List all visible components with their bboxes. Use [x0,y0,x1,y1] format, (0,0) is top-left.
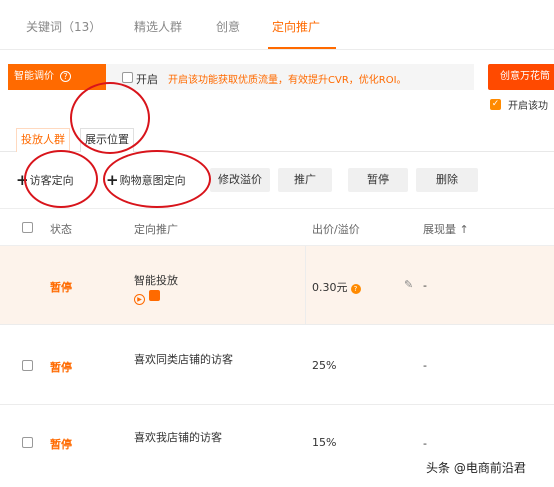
row-checkbox[interactable] [22,437,33,448]
smart-bid-checkbox[interactable] [122,72,133,83]
row-bid: 25% [312,359,337,372]
annotation-circle-purchase-intent [103,150,211,208]
smart-bid-toggle-label: 开启 [136,73,158,86]
row-targeting-name: 智能投放 [134,274,178,287]
creative-kaleidoscope-button[interactable]: 创意万花筒 [488,64,554,90]
info-icon[interactable]: ? [60,71,71,82]
creative-toggle-checkbox[interactable]: ✓ [490,99,501,110]
play-icon: ▶ [134,294,145,305]
table-row: 暂停 喜欢同类店铺的访客 25% - [0,325,554,405]
row-targeting-name: 喜欢我店铺的访客 [134,431,222,444]
row-exposure: - [423,437,427,450]
header-targeting: 定向推广 [134,223,178,236]
pause-button[interactable]: 暂停 [348,168,408,192]
tab-selected-crowd[interactable]: 精选人群 [134,18,182,35]
tab-keywords[interactable]: 关键词（13） [26,18,101,35]
row-status[interactable]: 暂停 [50,279,72,295]
table-header: 状态 定向推广 出价/溢价 展现量 ↑ [0,208,554,246]
promote-button[interactable]: 推广 [278,168,332,192]
help-icon[interactable]: ? [350,284,361,294]
row-checkbox[interactable] [22,360,33,371]
row-badges: ▶ [134,290,164,305]
column-divider [305,246,306,324]
smart-bid-description: 开启该功能获取优质流量，有效提升CVR，优化ROI。 [168,75,407,86]
header-bid: 出价/溢价 [312,223,360,236]
creative-toggle-label: 开启该功 [508,101,548,112]
subtab-crowd[interactable]: 投放人群 [16,128,70,152]
row-targeting-name: 喜欢同类店铺的访客 [134,353,233,366]
smart-bid-bar: 智能调价? 开启 开启该功能获取优质流量，有效提升CVR，优化ROI。 [8,64,474,90]
row-exposure: - [423,359,427,372]
header-exposure[interactable]: 展现量 ↑ [423,221,469,237]
row-bid: 0.30元? [312,279,361,295]
tab-creative[interactable]: 创意 [216,18,240,35]
row-status[interactable]: 暂停 [50,359,72,375]
row-bid-value: 0.30元 [312,281,348,294]
delete-button[interactable]: 删除 [416,168,478,192]
tab-targeting[interactable]: 定向推广 [272,18,320,35]
active-tab-indicator [268,47,336,49]
main-tabs: 关键词（13） 精选人群 创意 定向推广 [0,0,554,50]
annotation-circle-placement [70,82,150,154]
smart-bid-label: 智能调价 [14,71,54,82]
row-exposure: - [423,279,427,292]
annotation-circle-visitor [24,150,98,208]
header-status: 状态 [50,223,72,236]
row-status[interactable]: 暂停 [50,436,72,452]
modify-premium-button[interactable]: 修改溢价 [210,168,270,192]
select-all-checkbox[interactable] [22,222,33,233]
row-bid: 15% [312,436,337,449]
image-icon [149,290,160,301]
edit-icon[interactable]: ✎ [404,278,413,291]
watermark: 头条 @电商前沿君 [426,461,526,475]
table-row: 暂停 智能投放 ▶ 0.30元? ✎ - [0,246,554,325]
